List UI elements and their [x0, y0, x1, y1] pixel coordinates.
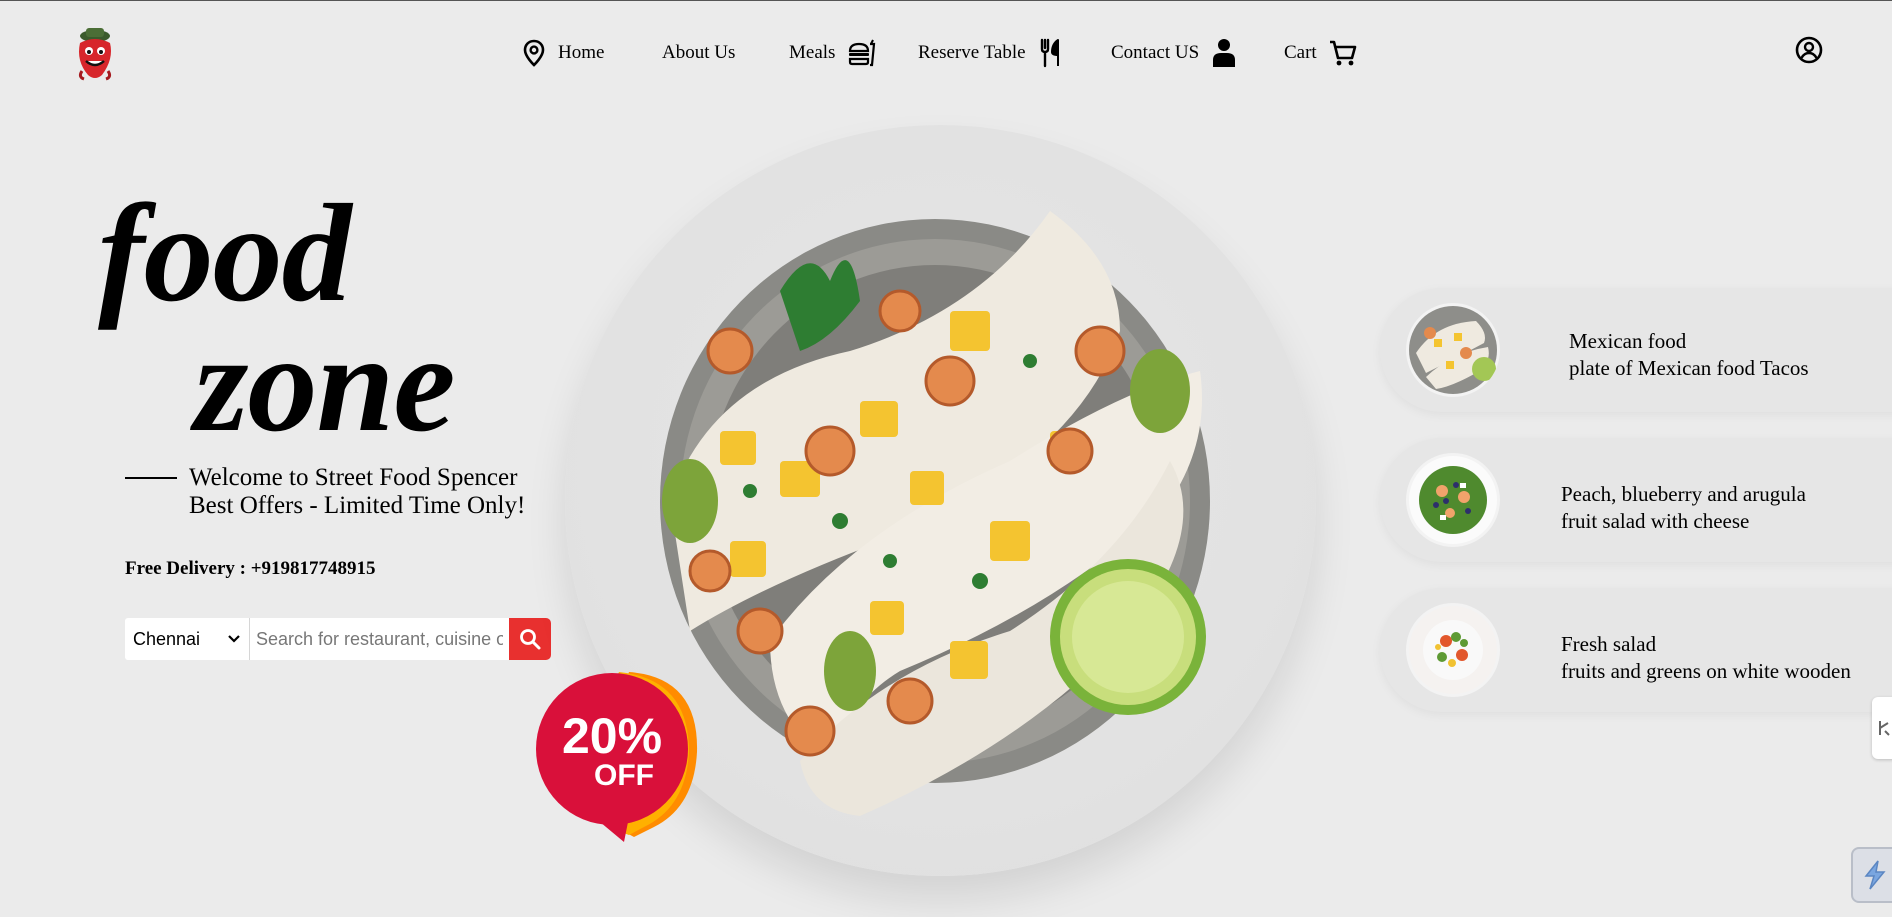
cart-icon [1329, 40, 1357, 66]
card-title: Mexican food [1569, 329, 1687, 353]
nav-reserve-table-label: Reserve Table [918, 42, 1026, 63]
fresh-salad-thumbnail-image [1409, 606, 1497, 694]
nav-contact[interactable]: Contact US [1111, 37, 1237, 69]
card-subtitle: fruits and greens on white wooden [1561, 659, 1851, 683]
chevron-down-icon [228, 635, 240, 643]
nav-cart-label: Cart [1284, 42, 1317, 63]
card-title: Fresh salad [1561, 632, 1657, 656]
featured-card-fresh-salad[interactable]: Fresh salad fruits and greens on white w… [1380, 588, 1892, 712]
city-select-value: Chennai [133, 628, 201, 649]
card-thumbnail [1406, 603, 1500, 697]
nav-home-label: Home [558, 42, 605, 63]
featured-card-peach-salad[interactable]: Peach, blueberry and arugula fruit salad… [1380, 438, 1892, 562]
nav-about-label: About Us [662, 42, 736, 63]
nav-reserve-table[interactable]: Reserve Table [918, 37, 1064, 69]
card-thumbnail [1406, 453, 1500, 547]
featured-card-mexican[interactable]: Mexican food plate of Mexican food Tacos [1380, 288, 1892, 412]
side-edge-tab[interactable] [1872, 697, 1892, 759]
nav-meals[interactable]: Meals [789, 37, 877, 69]
search-input[interactable] [249, 618, 509, 660]
peach-salad-thumbnail-image [1409, 456, 1497, 544]
discount-badge[interactable]: 20% OFF [534, 667, 704, 842]
tacos-plate-image [660, 211, 1210, 816]
card-thumbnail [1406, 303, 1500, 397]
search-icon [520, 629, 541, 650]
city-select[interactable]: Chennai [125, 618, 249, 660]
edge-tool-icon [1879, 721, 1890, 736]
search-bar: Chennai [125, 618, 551, 660]
welcome-divider [125, 477, 177, 479]
nav-contact-label: Contact US [1111, 42, 1200, 63]
profile-button[interactable] [1794, 35, 1824, 65]
discount-badge-shape: 20% OFF [536, 672, 698, 842]
hero-title: food zone [98, 176, 455, 462]
nav-home[interactable]: Home [522, 37, 604, 69]
welcome-line2: Best Offers - Limited Time Only! [189, 492, 526, 519]
floating-extension-widget[interactable] [1851, 847, 1892, 903]
search-button[interactable] [509, 618, 551, 660]
hero-title-line1: food [98, 176, 352, 331]
extension-bolt-icon [1864, 860, 1886, 890]
nav-about[interactable]: About Us [662, 37, 735, 69]
welcome-line1: Welcome to Street Food Spencer [189, 464, 518, 491]
card-title: Peach, blueberry and arugula [1561, 482, 1806, 506]
tacos-thumbnail-image [1409, 306, 1497, 394]
nav-cart[interactable]: Cart [1284, 37, 1357, 69]
delivery-phone: Free Delivery : +919817748915 [125, 558, 376, 579]
badge-percent: 20% [562, 708, 662, 764]
nav-meals-label: Meals [789, 42, 836, 63]
badge-off: OFF [594, 759, 654, 792]
burger-icon [849, 39, 876, 67]
card-subtitle: plate of Mexican food Tacos [1569, 356, 1809, 380]
main-nav: Home About Us Meals Reserve Table Contac… [0, 37, 1892, 69]
user-circle-icon [1795, 36, 1823, 64]
location-pin-icon [523, 39, 545, 67]
card-subtitle: fruit salad with cheese [1561, 509, 1750, 533]
hero-title-line2: zone [194, 306, 455, 462]
fork-knife-icon [1040, 38, 1059, 68]
person-icon [1213, 39, 1236, 67]
